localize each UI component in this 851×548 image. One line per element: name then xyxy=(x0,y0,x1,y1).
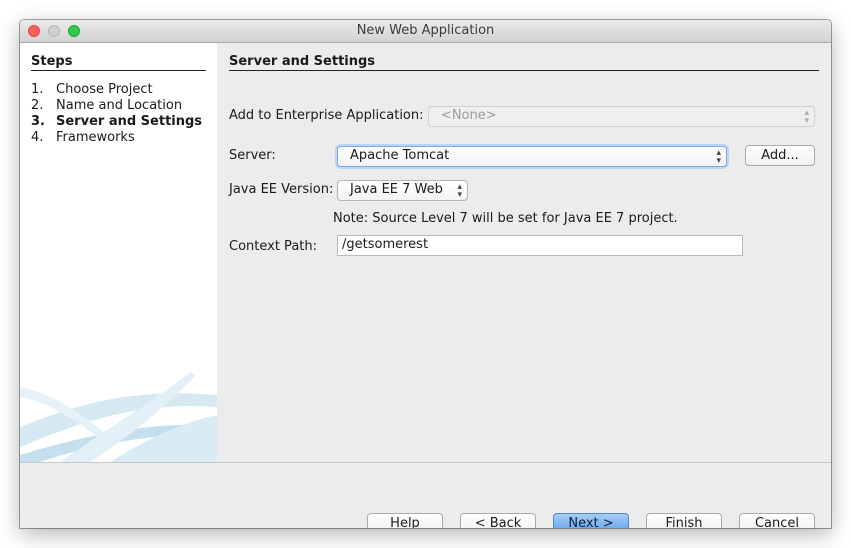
source-level-note: Note: Source Level 7 will be set for Jav… xyxy=(333,211,678,226)
settings-panel: Server and Settings Add to Enterprise Ap… xyxy=(229,43,821,462)
steps-heading: Steps xyxy=(31,54,206,71)
enterprise-app-label: Add to Enterprise Application: xyxy=(229,108,424,123)
step-number: 3. xyxy=(31,114,45,129)
step-item-name-location: 2. Name and Location xyxy=(31,98,202,114)
back-button[interactable]: < Back xyxy=(460,513,536,528)
server-label: Server: xyxy=(229,148,276,163)
javaee-version-select[interactable]: Java EE 7 Web ▴ ▾ xyxy=(337,180,468,201)
select-arrows-icon: ▴ ▾ xyxy=(716,148,721,166)
cancel-button[interactable]: Cancel xyxy=(739,513,815,528)
select-arrows-icon: ▴ ▾ xyxy=(457,182,462,200)
step-label: Choose Project xyxy=(56,82,153,97)
step-item-frameworks: 4. Frameworks xyxy=(31,130,202,146)
enterprise-app-select[interactable]: <None> ▴ ▾ xyxy=(428,106,815,127)
context-path-label: Context Path: xyxy=(229,239,317,254)
add-server-button[interactable]: Add... xyxy=(745,145,815,166)
wizard-footer: Help < Back Next > Finish Cancel xyxy=(20,463,831,528)
step-number: 1. xyxy=(31,82,44,97)
select-arrows-icon: ▴ ▾ xyxy=(804,108,809,126)
finish-button[interactable]: Finish xyxy=(646,513,722,528)
window-title: New Web Application xyxy=(356,23,495,38)
javaee-version-label: Java EE Version: xyxy=(229,182,334,197)
step-number: 4. xyxy=(31,130,44,145)
section-title: Server and Settings xyxy=(229,54,819,71)
next-button[interactable]: Next > xyxy=(553,513,629,528)
server-select[interactable]: Apache Tomcat ▴ ▾ xyxy=(337,146,727,167)
title-bar: New Web Application xyxy=(20,20,831,43)
step-label: Server and Settings xyxy=(56,114,203,129)
step-label: Name and Location xyxy=(56,98,183,113)
steps-list: 1. Choose Project 2. Name and Location 3. S… xyxy=(31,82,202,146)
wizard-swoosh-graphic xyxy=(20,372,217,462)
steps-panel: Steps 1. Choose Project 2. Name and Locati… xyxy=(20,43,217,462)
javaee-version-value: Java EE 7 Web xyxy=(350,182,443,197)
enterprise-app-value: <None> xyxy=(441,108,497,123)
dialog-window: New Web Application Steps 1. Choose Proje… xyxy=(20,20,831,528)
step-number: 2. xyxy=(31,98,44,113)
step-label: Frameworks xyxy=(56,130,135,145)
help-button[interactable]: Help xyxy=(367,513,443,528)
context-path-input[interactable]: /getsomerest xyxy=(337,235,743,256)
step-item-server-settings: 3. Server and Settings xyxy=(31,114,202,130)
context-path-value: /getsomerest xyxy=(342,237,429,252)
server-value: Apache Tomcat xyxy=(350,148,450,163)
step-item-choose-project: 1. Choose Project xyxy=(31,82,202,98)
